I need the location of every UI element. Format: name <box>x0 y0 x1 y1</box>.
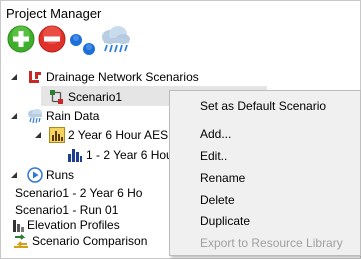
rain-cloud-icon[interactable] <box>99 25 131 55</box>
play-icon <box>27 167 43 183</box>
collapse-arrow-icon[interactable] <box>9 111 19 121</box>
tree-node-label: 2 Year 6 Hour AES ( <box>68 128 176 142</box>
menu-item-edit[interactable]: Edit.. <box>170 146 360 166</box>
tree-node-runs[interactable]: Runs <box>9 166 74 184</box>
elevation-profile-icon <box>13 220 24 232</box>
menu-item-rename[interactable]: Rename <box>170 168 360 188</box>
tree-node-storm-child[interactable]: 1 - 2 Year 6 Hour <box>67 146 177 164</box>
collapse-arrow-icon[interactable] <box>33 130 43 140</box>
menu-item-delete[interactable]: Delete <box>170 190 360 210</box>
panel-title: Project Manager <box>6 6 102 21</box>
tree-node-label: Scenario1 <box>68 90 123 104</box>
scenario-comparison-icon <box>14 234 28 248</box>
tree-node-rain-data[interactable]: Rain Data <box>9 107 99 125</box>
context-menu: Set as Default Scenario Add... Edit.. Re… <box>169 90 361 256</box>
tree-node-storm[interactable]: 2 Year 6 Hour AES ( <box>33 126 175 144</box>
tree-node-run-item[interactable]: Scenario1 - 2 Year 6 Ho <box>15 184 142 202</box>
tree-node-label: Scenario Comparison <box>32 234 148 248</box>
storm-chart-icon <box>49 127 65 143</box>
tree-node-scenario1[interactable]: Scenario1 <box>49 88 122 106</box>
tree-node-scenario-comparison[interactable]: Scenario Comparison <box>13 232 147 250</box>
tree-node-label: Scenario1 - 2 Year 6 Ho <box>15 186 143 200</box>
bar-chart-icon <box>68 149 82 162</box>
add-icon[interactable] <box>7 25 35 53</box>
scenario-network-icon <box>50 90 63 104</box>
rain-cloud-icon <box>28 109 42 124</box>
tree-node-label: Runs <box>46 168 75 182</box>
tree-node-drainage-network-scenarios[interactable]: Drainage Network Scenarios <box>9 68 199 86</box>
nodes-icon[interactable] <box>69 33 103 57</box>
tree-node-label: Rain Data <box>46 109 100 123</box>
project-manager-panel: Project Manager Drainage Network Scenari… <box>0 0 361 259</box>
menu-item-add[interactable]: Add... <box>170 124 360 144</box>
remove-icon[interactable] <box>38 25 66 53</box>
collapse-arrow-icon[interactable] <box>9 72 19 82</box>
collapse-arrow-icon[interactable] <box>9 170 19 180</box>
tree-node-label: Drainage Network Scenarios <box>46 70 199 84</box>
menu-item-export-resource-library[interactable]: Export to Resource Library <box>170 233 360 253</box>
menu-item-duplicate[interactable]: Duplicate <box>170 211 360 231</box>
menu-item-set-default-scenario[interactable]: Set as Default Scenario <box>170 96 360 116</box>
drainage-network-icon <box>29 71 41 83</box>
tree-node-label: 1 - 2 Year 6 Hour <box>86 148 177 162</box>
